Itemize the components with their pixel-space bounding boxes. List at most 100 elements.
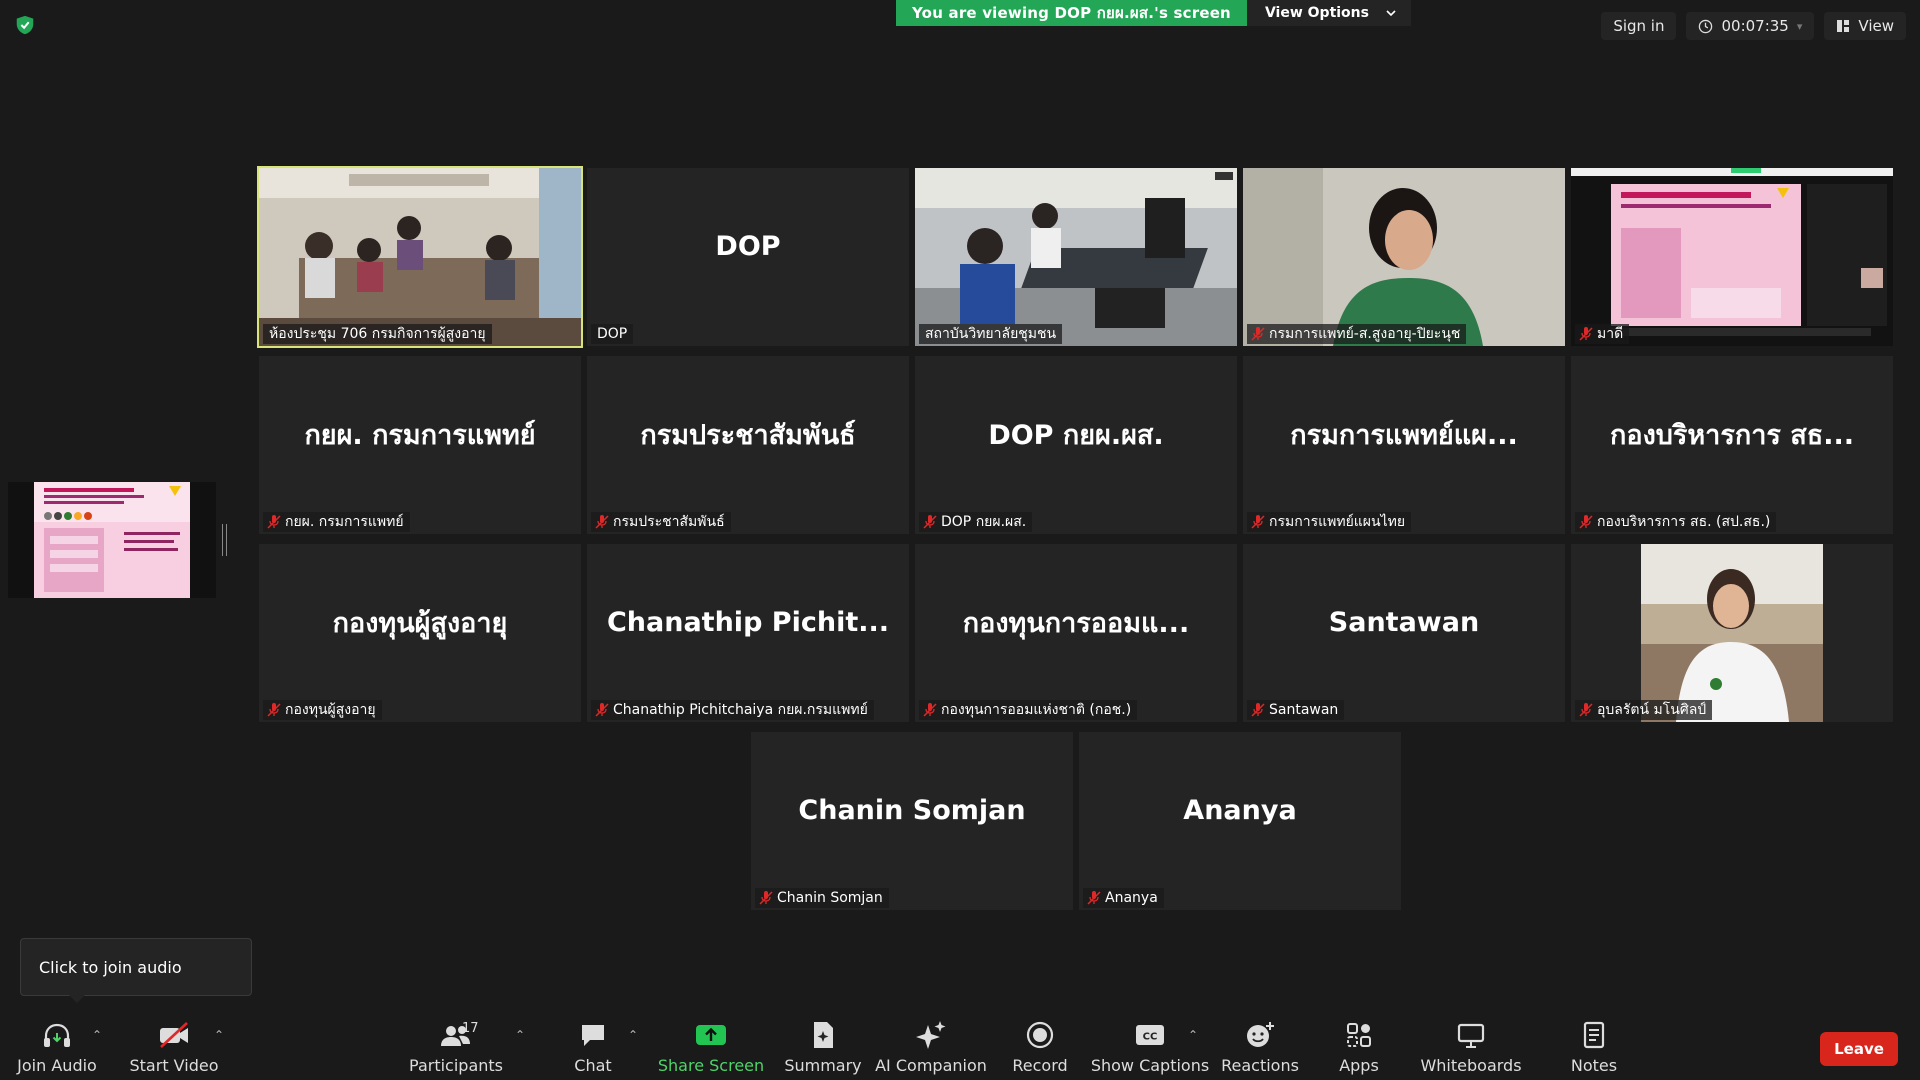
- participant-name: กยผ. กรมการแพทย์: [285, 514, 404, 530]
- grid-view-icon: [1837, 20, 1850, 32]
- participants-options-caret-icon[interactable]: ⌃: [515, 1028, 525, 1042]
- participants-count: 17: [462, 1021, 479, 1036]
- reactions-button[interactable]: Reactions: [1221, 1018, 1299, 1080]
- participant-name: อุบลรัตน์ มโนศิลป์: [1597, 702, 1707, 718]
- participant-display-name: DOP กยผ.ผส.: [988, 419, 1164, 451]
- participant-name-label: กยผ. กรมการแพทย์: [263, 512, 410, 532]
- view-options-button[interactable]: View Options: [1246, 0, 1411, 26]
- participant-name: กองทุนการออมแห่งชาติ (กอช.): [941, 702, 1132, 718]
- participant-tile[interactable]: DOP DOP: [587, 168, 909, 346]
- participant-display-name: กรมประชาสัมพันธ์: [640, 419, 856, 451]
- apps-button[interactable]: Apps: [1330, 1018, 1388, 1080]
- sign-in-button[interactable]: Sign in: [1601, 12, 1677, 40]
- participant-tile[interactable]: กองบริหารการ สธ... กองบริหารการ สธ. (สป.…: [1571, 356, 1893, 534]
- participant-tile[interactable]: มาดี: [1571, 168, 1893, 346]
- muted-mic-icon: [595, 703, 609, 717]
- participant-name: กองทุนผู้สูงอายุ: [285, 702, 376, 718]
- top-right-controls: Sign in 00:07:35 ▾ View: [1601, 12, 1906, 40]
- start-video-label: Start Video: [129, 1056, 219, 1075]
- participant-tile[interactable]: Chanathip Pichit... Chanathip Pichitchai…: [587, 544, 909, 722]
- video-options-caret-icon[interactable]: ⌃: [214, 1028, 224, 1042]
- participant-name-label: ห้องประชุม 706 กรมกิจการผู้สูงอายุ: [263, 324, 492, 344]
- apps-icon: [1347, 1023, 1371, 1047]
- participant-name: Ananya: [1105, 890, 1158, 906]
- participant-name: กองบริหารการ สธ. (สป.สธ.): [1597, 514, 1771, 530]
- audio-options-caret-icon[interactable]: ⌃: [92, 1028, 102, 1042]
- caret-down-icon: ▾: [1796, 19, 1803, 33]
- join-audio-tooltip: Click to join audio: [20, 938, 252, 1003]
- participant-name: กรมการแพทย์แผนไทย: [1269, 514, 1406, 530]
- summary-button[interactable]: Summary: [782, 1018, 864, 1080]
- participant-name: กรมประชาสัมพันธ์: [613, 514, 725, 530]
- captions-options-caret-icon[interactable]: ⌃: [1188, 1028, 1198, 1042]
- start-video-button[interactable]: Start Video: [129, 1018, 219, 1080]
- participant-name-label: กรมการแพทย์แผนไทย: [1247, 512, 1412, 532]
- participant-tile[interactable]: สถาบันวิทยาลัยชุมชน: [915, 168, 1237, 346]
- record-button[interactable]: Record: [1006, 1018, 1074, 1080]
- ai-companion-label: AI Companion: [875, 1056, 987, 1075]
- join-audio-button[interactable]: Join Audio: [14, 1018, 100, 1080]
- share-screen-label: Share Screen: [657, 1056, 765, 1075]
- participant-name-label: กรมการแพทย์-ส.สูงอายุ-ปิยะนุช: [1247, 324, 1467, 344]
- muted-mic-icon: [267, 703, 281, 717]
- muted-mic-icon: [267, 515, 281, 529]
- view-button[interactable]: View: [1824, 12, 1906, 40]
- participant-display-name: Chanathip Pichit...: [606, 606, 889, 638]
- participant-video: [1571, 544, 1893, 722]
- participant-tile[interactable]: อุบลรัตน์ มโนศิลป์: [1571, 544, 1893, 722]
- reactions-emoji-icon: [1247, 1022, 1274, 1047]
- chat-options-caret-icon[interactable]: ⌃: [628, 1028, 638, 1042]
- participant-name: DOP กยผ.ผส.: [941, 514, 1027, 530]
- security-shield-icon[interactable]: [14, 14, 36, 36]
- share-screen-button[interactable]: Share Screen: [657, 1018, 765, 1080]
- participant-tile[interactable]: กรมการแพทย์-ส.สูงอายุ-ปิยะนุช: [1243, 168, 1565, 346]
- whiteboards-label: Whiteboards: [1420, 1056, 1522, 1075]
- muted-mic-icon: [1251, 703, 1265, 717]
- ai-companion-button[interactable]: AI Companion: [875, 1018, 987, 1080]
- view-label: View: [1858, 17, 1894, 35]
- whiteboards-button[interactable]: Whiteboards: [1420, 1018, 1522, 1080]
- participant-name-label: สถาบันวิทยาลัยชุมชน: [919, 324, 1063, 344]
- sign-in-label: Sign in: [1613, 17, 1665, 35]
- participant-name-label: Ananya: [1083, 888, 1164, 908]
- participant-name-label: Chanathip Pichitchaiya กยผ.กรมแพทย์: [591, 700, 874, 720]
- participant-tile[interactable]: กองทุนการออมแ... กองทุนการออมแห่งชาติ (ก…: [915, 544, 1237, 722]
- shared-slide-image: [34, 482, 190, 598]
- chevron-down-icon: [1386, 10, 1396, 17]
- participant-tile[interactable]: กองทุนผู้สูงอายุ กองทุนผู้สูงอายุ: [259, 544, 581, 722]
- participant-tile[interactable]: กรมประชาสัมพันธ์ กรมประชาสัมพันธ์: [587, 356, 909, 534]
- meeting-timer[interactable]: 00:07:35 ▾: [1686, 12, 1815, 40]
- meeting-toolbar: Join Audio ⌃ Start Video ⌃ 17 Participan…: [0, 1000, 1920, 1080]
- muted-mic-icon: [759, 891, 773, 905]
- shared-screen-thumbnail[interactable]: [8, 482, 216, 598]
- reactions-label: Reactions: [1221, 1056, 1299, 1075]
- participant-tile[interactable]: Chanin Somjan Chanin Somjan: [751, 732, 1073, 910]
- participant-tile[interactable]: Santawan Santawan: [1243, 544, 1565, 722]
- participant-tile[interactable]: DOP กยผ.ผส. DOP กยผ.ผส.: [915, 356, 1237, 534]
- view-options-label: View Options: [1264, 5, 1369, 21]
- participant-tile[interactable]: Ananya Ananya: [1079, 732, 1401, 910]
- leave-label: Leave: [1834, 1040, 1884, 1058]
- participants-button[interactable]: 17 Participants: [409, 1018, 503, 1080]
- show-captions-label: Show Captions: [1090, 1056, 1210, 1075]
- summary-label: Summary: [784, 1056, 862, 1075]
- participant-video: [1243, 168, 1565, 346]
- ai-sparkle-icon: [916, 1021, 946, 1049]
- timer-value: 00:07:35: [1721, 17, 1789, 35]
- leave-button[interactable]: Leave: [1820, 1032, 1898, 1066]
- participant-tile[interactable]: ห้องประชุม 706 กรมกิจการผู้สูงอายุ: [257, 166, 583, 348]
- participant-display-name: กองบริหารการ สธ...: [1610, 419, 1854, 451]
- participant-tile[interactable]: กรมการแพทย์แผ... กรมการแพทย์แผนไทย: [1243, 356, 1565, 534]
- participant-name: Chanathip Pichitchaiya กยผ.กรมแพทย์: [613, 702, 868, 718]
- participant-name-label: Chanin Somjan: [755, 888, 889, 908]
- participant-tile[interactable]: กยผ. กรมการแพทย์ กยผ. กรมการแพทย์: [259, 356, 581, 534]
- notes-button[interactable]: Notes: [1564, 1018, 1624, 1080]
- participant-name-label: กองทุนผู้สูงอายุ: [263, 700, 382, 720]
- share-screen-icon: [696, 1025, 726, 1045]
- headphones-icon: [44, 1023, 70, 1047]
- viewing-screen-message: You are viewing DOP กยผ.ผส.'s screen: [896, 0, 1247, 26]
- participants-label: Participants: [409, 1056, 503, 1075]
- participant-name-label: กองบริหารการ สธ. (สป.สธ.): [1575, 512, 1777, 532]
- panel-resize-handle[interactable]: [222, 524, 227, 556]
- chat-button[interactable]: Chat: [562, 1018, 624, 1080]
